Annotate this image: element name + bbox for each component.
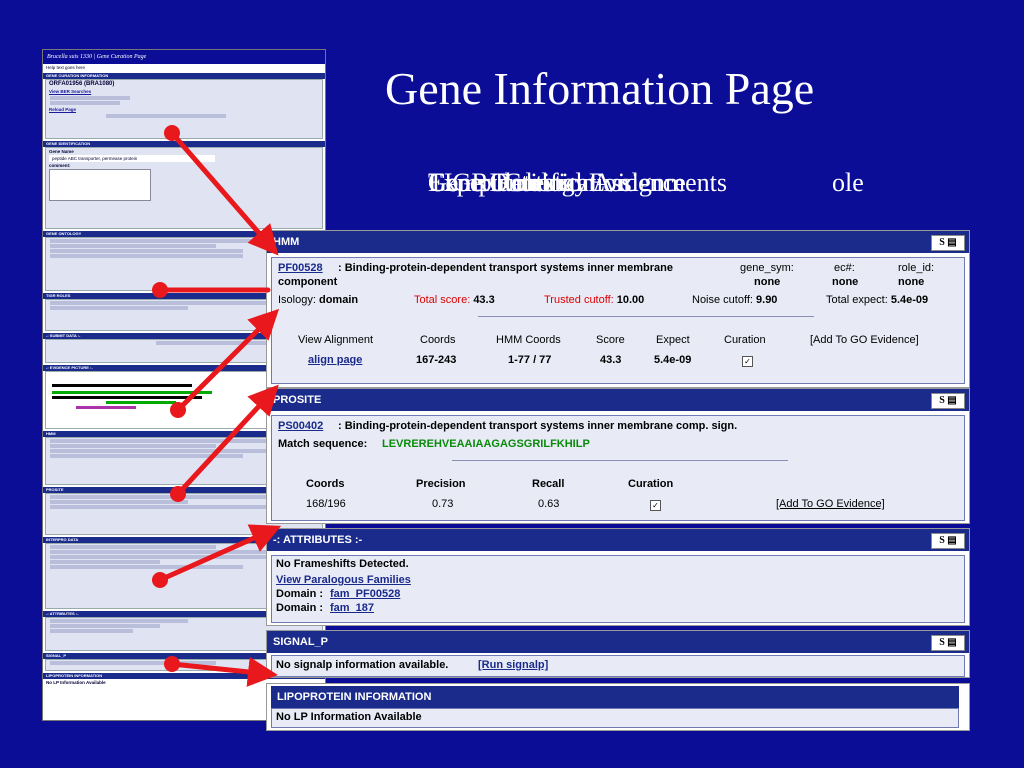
hmm-header: HMM S ▤ [267, 231, 969, 253]
hmm-s-button[interactable]: S ▤ [931, 235, 965, 251]
total-score: Total score: 43.3 [414, 294, 495, 306]
ec-label: ec#: [834, 262, 855, 274]
prosite-accession-link[interactable]: PS00402 [278, 420, 323, 432]
col-score: Score [596, 334, 625, 346]
thumb-gene-name-label: Gene Name [49, 149, 74, 154]
signalp-body: No signalp information available. [Run s… [271, 655, 965, 677]
row-recall: 0.63 [538, 498, 560, 510]
hmm-body: PF00528 : Binding-protein-dependent tran… [271, 257, 965, 384]
domain-link-1[interactable]: fam_PF00528 [330, 588, 400, 600]
thumb-curation-block: ORFA01956 (BRA1080) View BER Searches Re… [45, 79, 323, 139]
row-coords: 168/196 [306, 498, 346, 510]
ec-value: none [832, 276, 859, 288]
prosite-s-button[interactable]: S ▤ [931, 393, 965, 409]
col-view-alignment: View Alignment [298, 334, 374, 346]
row-hmm-coords: 1-77 / 77 [508, 354, 552, 366]
thumb-comment-label: comment: [49, 163, 71, 168]
thumb-reload-link[interactable]: Reload Page [46, 106, 322, 113]
slide-title: Gene Information Page [385, 63, 815, 114]
prosite-panel: PROSITE S ▤ PS00402 : Binding-protein-de… [266, 388, 970, 524]
col-expect: Expect [656, 334, 690, 346]
caption-5: Expert Curation [428, 168, 595, 197]
prosite-body: PS00402 : Binding-protein-dependent tran… [271, 415, 965, 521]
signalp-panel: SIGNAL_P S ▤ No signalp information avai… [266, 630, 970, 678]
domain-link-2[interactable]: fam_187 [330, 602, 374, 614]
attributes-body: No Frameshifts Detected. View Paralogous… [271, 555, 965, 623]
attributes-panel: -: ATTRIBUTES :- S ▤ No Frameshifts Dete… [266, 528, 970, 626]
role-value: none [898, 276, 925, 288]
hmm-desc: : Binding-protein-dependent transport sy… [338, 262, 673, 274]
isology: Isology: domain [278, 294, 359, 306]
trusted-cutoff: Trusted cutoff: 10.00 [544, 294, 645, 306]
paralogous-families-link[interactable]: View Paralogous Families [276, 574, 411, 586]
thumb-identification-block: Gene Name peptide ABC transporter, perme… [45, 147, 323, 229]
signalp-s-button[interactable]: S ▤ [931, 635, 965, 651]
gene-sym-value: none [754, 276, 781, 288]
col-recall: Recall [532, 478, 565, 490]
col-curation: Curation [724, 334, 766, 346]
col-hmm-coords: HMM Coords [496, 334, 561, 346]
thumb-help: Help text goes here [46, 65, 86, 70]
row-expect: 5.4e-09 [654, 354, 692, 366]
frameshift-text: No Frameshifts Detected. [276, 558, 409, 570]
align-page-link[interactable]: align page [308, 354, 362, 366]
col-coords: Coords [420, 334, 456, 346]
attributes-header: -: ATTRIBUTES :- S ▤ [267, 529, 969, 551]
row-precision: 0.73 [432, 498, 454, 510]
row-score: 43.3 [600, 354, 622, 366]
lipoprotein-text: No LP Information Available [276, 711, 422, 723]
overlapping-captions: Gene Identification Gene Ontology Assign… [428, 168, 888, 200]
col-coords: Coords [306, 478, 345, 490]
signalp-header: SIGNAL_P S ▤ [267, 631, 969, 653]
add-go-evidence-link[interactable]: [Add To GO Evidence] [810, 334, 919, 346]
thumb-gene-name: peptide ABC transporter, permease protei… [49, 155, 215, 162]
row-coords: 167-243 [416, 354, 457, 366]
match-label: Match sequence: [278, 438, 368, 450]
prosite-curation-checkbox[interactable]: ✓ [650, 500, 661, 511]
thumb-ber-link[interactable]: View BER Searches [46, 88, 322, 95]
gene-sym-label: gene_sym: [740, 262, 794, 274]
lipoprotein-panel: LIPOPROTEIN INFORMATION No LP Informatio… [266, 683, 970, 731]
hmm-desc2: component [278, 276, 338, 288]
lipoprotein-header: LIPOPROTEIN INFORMATION [271, 686, 959, 708]
caption-suffix: ole [832, 168, 864, 197]
role-label: role_id: [898, 262, 935, 274]
run-signalp-link[interactable]: [Run signalp] [478, 659, 548, 671]
domain-label-2: Domain : [276, 602, 324, 614]
lipoprotein-body: No LP Information Available [271, 708, 959, 728]
hmm-accession-link[interactable]: PF00528 [278, 262, 323, 274]
hmm-curation-checkbox[interactable]: ✓ [742, 356, 753, 367]
col-precision: Precision [416, 478, 466, 490]
domain-label-1: Domain : [276, 588, 324, 600]
attributes-s-button[interactable]: S ▤ [931, 533, 965, 549]
match-sequence: LEVREREHVEAAIAAGAGSGRILFKHILP [382, 438, 590, 450]
signalp-text: No signalp information available. [276, 659, 449, 671]
total-expect: Total expect: 5.4e-09 [826, 294, 929, 306]
col-curation: Curation [628, 478, 674, 490]
prosite-desc: : Binding-protein-dependent transport sy… [338, 420, 738, 432]
thumb-window-title: Brucella suis 1330 | Gene Curation Page [43, 50, 325, 64]
add-go-evidence-link[interactable]: [Add To GO Evidence] [776, 498, 885, 510]
thumb-locus: ORFA01956 (BRA1080) [49, 81, 115, 87]
prosite-header: PROSITE S ▤ [267, 389, 969, 411]
noise-cutoff: Noise cutoff: 9.90 [692, 294, 778, 306]
hmm-panel: HMM S ▤ PF00528 : Binding-protein-depend… [266, 230, 970, 388]
